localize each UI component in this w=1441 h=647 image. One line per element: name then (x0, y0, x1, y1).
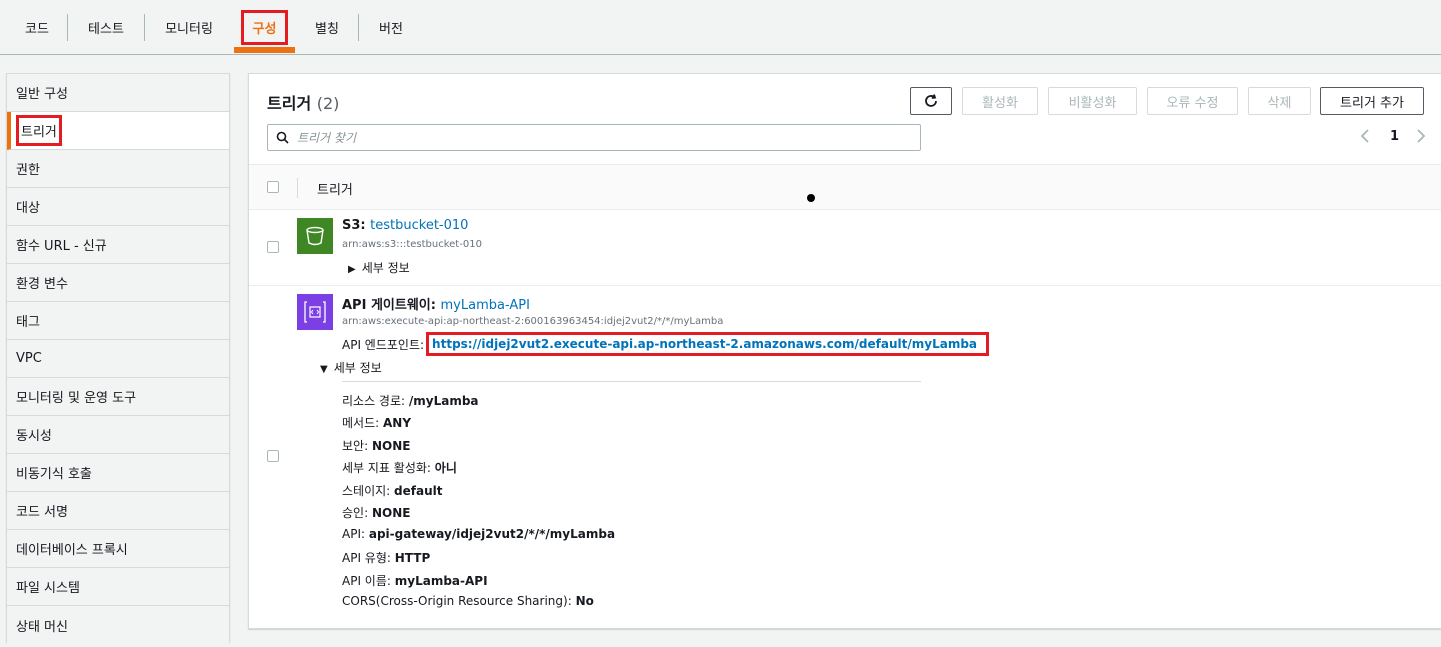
endpoint-highlight: https://idjej2vut2.execute-api.ap-northe… (426, 332, 990, 356)
detail-api-type: API 유형: HTTP (342, 551, 431, 565)
next-page-button[interactable] (1416, 129, 1426, 147)
sidebar-item-file-systems[interactable]: 파일 시스템 (7, 568, 229, 606)
chevron-right-icon (1417, 129, 1426, 143)
detail-stage: 스테이지: default (342, 484, 443, 498)
refresh-icon (925, 94, 937, 107)
api-endpoint-link[interactable]: https://idjej2vut2.execute-api.ap-northe… (432, 337, 977, 351)
detail-security: 보안: NONE (342, 439, 411, 453)
sidebar-item-database-proxies[interactable]: 데이터베이스 프록시 (7, 530, 229, 568)
row-checkbox-s3[interactable] (267, 241, 279, 253)
tab-test[interactable]: 테스트 (68, 0, 144, 54)
add-trigger-button[interactable]: 트리거 추가 (1320, 87, 1424, 115)
details-toggle-apigw[interactable]: ▼ 세부 정보 (320, 359, 382, 376)
previous-page-button[interactable] (1360, 129, 1370, 147)
sidebar-item-code-signing[interactable]: 코드 서명 (7, 492, 229, 530)
cursor-dot (807, 194, 815, 202)
detail-api: API: api-gateway/idjej2vut2/*/*/myLamba (342, 527, 616, 541)
column-divider (297, 178, 298, 198)
column-header-trigger: 트리거 (317, 183, 353, 198)
refresh-button[interactable] (910, 87, 952, 115)
sidebar-item-monitoring-tools[interactable]: 모니터링 및 운영 도구 (7, 378, 229, 416)
page-title: 트리거 (2) (267, 94, 340, 113)
sidebar-item-function-url[interactable]: 함수 URL - 신규 (7, 226, 229, 264)
sidebar-item-state-machines[interactable]: 상태 머신 (7, 606, 229, 644)
sidebar-item-vpc[interactable]: VPC (7, 340, 229, 378)
sidebar-item-triggers[interactable]: 트리거 (7, 112, 229, 150)
trigger-search[interactable] (267, 124, 921, 151)
details-divider (342, 381, 921, 382)
chevron-left-icon (1360, 129, 1369, 143)
details-toggle-s3[interactable]: ▶ 세부 정보 (348, 259, 410, 276)
trigger-name-s3: S3: testbucket-010 (342, 218, 469, 233)
trigger-count: (2) (316, 94, 340, 113)
detail-metrics: 세부 지표 활성화: 아니 (342, 461, 457, 475)
trigger-name-apigw: API 게이트웨이: myLamba-API (342, 298, 530, 313)
api-endpoint: API 엔드포인트: https://idjej2vut2.execute-ap… (342, 332, 990, 356)
tab-configuration[interactable]: 구성 (234, 0, 295, 54)
detail-cors: CORS(Cross-Origin Resource Sharing): No (342, 594, 594, 608)
delete-button[interactable]: 삭제 (1248, 87, 1311, 115)
caret-right-icon: ▶ (348, 264, 356, 275)
sidebar-item-concurrency[interactable]: 동시성 (7, 416, 229, 454)
sidebar-item-general[interactable]: 일반 구성 (7, 74, 229, 112)
detail-api-name: API 이름: myLamba-API (342, 574, 488, 588)
s3-icon (297, 218, 333, 254)
s3-bucket-link[interactable]: testbucket-010 (370, 218, 468, 233)
search-icon (276, 131, 289, 144)
api-gateway-link[interactable]: myLamba-API (441, 298, 530, 313)
trigger-arn-s3: arn:aws:s3:::testbucket-010 (342, 239, 482, 250)
detail-method: 메서드: ANY (342, 416, 412, 430)
table-header: 트리거 (249, 164, 1441, 210)
api-gateway-icon (297, 294, 333, 330)
caret-down-icon: ▼ (320, 364, 328, 375)
select-all-checkbox[interactable] (267, 181, 279, 193)
detail-authorization: 승인: NONE (342, 506, 411, 520)
current-page-number[interactable]: 1 (1390, 129, 1399, 144)
detail-resource-path: 리소스 경로: /myLamba (342, 394, 479, 408)
active-tab-indicator (234, 47, 295, 53)
row-divider (249, 285, 1441, 286)
sidebar-item-environment-variables[interactable]: 환경 변수 (7, 264, 229, 302)
tab-aliases[interactable]: 별칭 (296, 0, 358, 54)
search-input[interactable] (297, 130, 897, 145)
tab-monitoring[interactable]: 모니터링 (145, 0, 233, 54)
sidebar-item-tags[interactable]: 태그 (7, 302, 229, 340)
disable-button[interactable]: 비활성화 (1048, 87, 1137, 115)
fix-errors-button[interactable]: 오류 수정 (1147, 87, 1238, 115)
sidebar-item-async-invocation[interactable]: 비동기식 호출 (7, 454, 229, 492)
sidebar-item-permissions[interactable]: 권한 (7, 150, 229, 188)
trigger-arn-apigw: arn:aws:execute-api:ap-northeast-2:60016… (342, 316, 724, 327)
row-checkbox-apigw[interactable] (267, 450, 279, 462)
enable-button[interactable]: 활성화 (962, 87, 1038, 115)
tab-code[interactable]: 코드 (8, 0, 66, 54)
triggers-panel: 트리거 (2) 활성화 비활성화 오류 수정 삭제 트리거 추가 1 트리거 (248, 73, 1441, 629)
tab-versions[interactable]: 버전 (359, 0, 423, 54)
sidebar-item-destinations[interactable]: 대상 (7, 188, 229, 226)
function-tabs: 코드 테스트 모니터링 구성 별칭 버전 (0, 0, 1441, 55)
configuration-sidebar: 일반 구성 트리거 권한 대상 함수 URL - 신규 환경 변수 태그 VPC… (6, 73, 230, 644)
